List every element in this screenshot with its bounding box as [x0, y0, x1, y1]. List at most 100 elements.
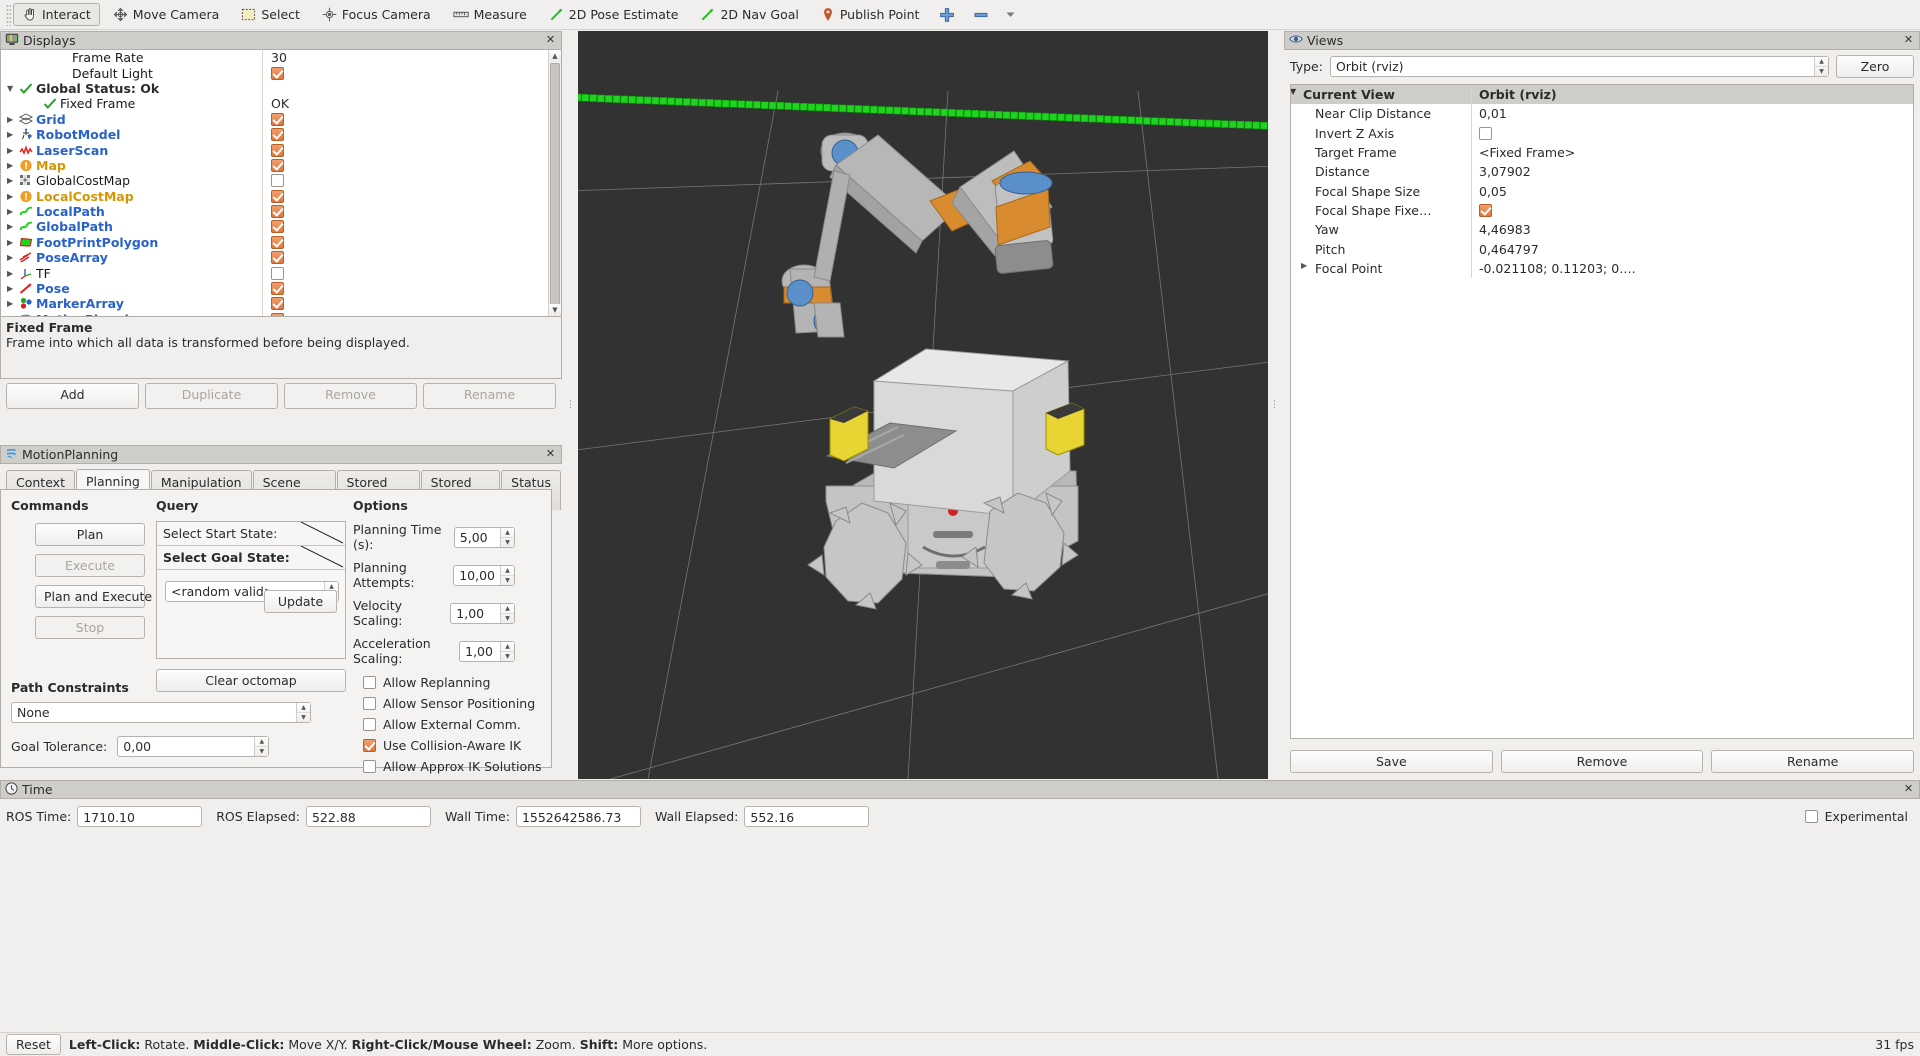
display-value-cell[interactable] [262, 219, 548, 235]
display-row-global-status-ok[interactable]: ▼ Global Status: Ok [1, 80, 548, 97]
display-enable-checkbox[interactable] [271, 143, 284, 157]
view-property-value[interactable]: 4,46983 [1471, 220, 1913, 240]
checkbox-allow-approx-ik-solutions[interactable] [363, 760, 376, 773]
rename-view-button[interactable]: Rename [1711, 750, 1915, 773]
display-value-cell[interactable] [262, 188, 548, 204]
remove-display-button[interactable]: Remove [284, 383, 417, 409]
splitter-left[interactable]: ⋮ [566, 31, 576, 779]
view-property-checkbox[interactable] [1479, 126, 1492, 140]
view-property-pitch[interactable]: Pitch 0,464797 [1291, 239, 1913, 259]
close-icon[interactable]: ✕ [1902, 783, 1915, 796]
display-row-map[interactable]: ▶ Map [1, 157, 548, 174]
option-checkbox-row[interactable]: Allow Sensor Positioning [353, 696, 543, 711]
display-enable-checkbox[interactable] [271, 189, 284, 203]
tool-measure[interactable]: Measure [444, 3, 536, 26]
tool-2d-pose-estimate[interactable]: 2D Pose Estimate [540, 3, 688, 26]
stepper-arrows[interactable]: ▲▼ [500, 527, 514, 547]
add-display-button[interactable]: Add [6, 383, 139, 409]
duplicate-display-button[interactable]: Duplicate [145, 383, 278, 409]
chevron-right-icon[interactable]: ▶ [7, 284, 19, 293]
display-value-cell[interactable] [262, 234, 548, 251]
chevron-right-icon[interactable]: ▶ [7, 146, 19, 155]
chevron-right-icon[interactable]: ▶ [7, 115, 19, 124]
display-enable-checkbox[interactable] [271, 220, 284, 234]
view-property-value[interactable] [1471, 200, 1913, 221]
display-row-localpath[interactable]: ▶ LocalPath [1, 203, 548, 220]
display-value-cell[interactable]: OK [262, 96, 548, 112]
tool-focus-camera[interactable]: Focus Camera [313, 3, 440, 26]
display-row-posearray[interactable]: ▶ PoseArray [1, 250, 548, 266]
view-property-target-frame[interactable]: Target Frame <Fixed Frame> [1291, 142, 1913, 163]
display-value-cell[interactable] [262, 265, 548, 281]
chevron-right-icon[interactable]: ▶ [7, 130, 19, 139]
display-row-robotmodel[interactable]: ▶ RobotModel [1, 126, 548, 143]
tool-move-camera[interactable]: Move Camera [104, 3, 229, 26]
ros-elapsed-field[interactable]: 522.88 [305, 806, 431, 827]
3d-viewport[interactable] [578, 31, 1268, 779]
display-value-cell[interactable] [262, 65, 548, 81]
tool-select[interactable]: Select [232, 3, 309, 26]
chevron-right-icon[interactable]: ▶ [7, 207, 19, 216]
option-spinner[interactable]: 10,00 ▲ ▼ [453, 564, 515, 586]
chevron-right-icon[interactable]: ▶ [7, 161, 19, 170]
view-property-checkbox[interactable] [1479, 203, 1492, 217]
close-icon[interactable]: ✕ [1902, 34, 1915, 47]
display-row-footprintpolygon[interactable]: ▶ FootPrintPolygon [1, 234, 548, 251]
stepper-arrows[interactable]: ▲▼ [254, 737, 269, 756]
display-enable-checkbox[interactable] [271, 112, 284, 126]
option-spinner[interactable]: 1,00 ▲ ▼ [459, 640, 515, 662]
reset-button[interactable]: Reset [6, 1034, 61, 1055]
displays-scrollbar[interactable]: ▲ ▼ [548, 50, 561, 316]
displays-tree[interactable]: Frame Rate 30 Default Light ▼ Global Status:… [0, 50, 562, 317]
view-property-focal-shape-fixe[interactable]: Focal Shape Fixe… [1291, 200, 1913, 221]
display-value-cell[interactable] [262, 296, 548, 312]
chevron-right-icon[interactable]: ▶ [7, 176, 19, 185]
splitter-right[interactable]: ⋮ [1270, 31, 1280, 779]
chevron-right-icon[interactable]: ▶ [7, 253, 19, 262]
view-property-focal-point[interactable]: Focal Point ▶ -0.021108; 0.11203; 0…. [1291, 258, 1913, 278]
view-property-distance[interactable]: Distance 3,07902 [1291, 162, 1913, 182]
scrollbar-thumb[interactable] [550, 63, 560, 316]
checkbox-allow-external-comm[interactable] [363, 718, 376, 731]
checkbox-allow-sensor-positioning[interactable] [363, 697, 376, 710]
chevron-right-icon[interactable]: ▶ [7, 238, 19, 247]
option-checkbox-row[interactable]: Use Collision-Aware IK [353, 738, 543, 753]
path-constraints-combo[interactable]: None ▲ ▼ [11, 702, 311, 723]
remove-view-button[interactable]: Remove [1500, 750, 1704, 773]
display-value-cell[interactable] [262, 203, 548, 220]
toolbar-drag-handle[interactable] [6, 3, 11, 26]
display-row-fixed-frame[interactable]: Fixed Frame OK [1, 96, 548, 112]
display-enable-checkbox[interactable] [271, 282, 284, 296]
tool-publish-point[interactable]: Publish Point [812, 3, 929, 26]
chevron-right-icon[interactable]: ▶ [7, 222, 19, 231]
display-enable-checkbox[interactable] [271, 158, 284, 172]
wall-elapsed-field[interactable]: 552.16 [744, 806, 870, 827]
view-property-value[interactable]: 0,05 [1471, 181, 1913, 201]
remove-tool-button[interactable] [966, 3, 996, 27]
option-checkbox-row[interactable]: Allow Replanning [353, 675, 543, 690]
goal-tolerance-spinner[interactable]: 0,00 ▲ ▼ [117, 736, 270, 757]
chevron-right-icon[interactable]: ▶ [1301, 261, 1307, 270]
display-row-default-light[interactable]: Default Light [1, 65, 548, 81]
experimental-checkbox[interactable] [1804, 810, 1818, 823]
display-row-markerarray[interactable]: ▶ MarkerArray [1, 296, 548, 312]
select-start-state-label[interactable]: Select Start State: [157, 522, 345, 546]
add-tool-button[interactable] [932, 3, 962, 27]
stop-button[interactable]: Stop [35, 616, 145, 639]
tool-2d-nav-goal[interactable]: 2D Nav Goal [691, 3, 807, 26]
display-value-cell[interactable] [262, 173, 548, 189]
display-enable-checkbox[interactable] [271, 66, 284, 80]
option-checkbox-row[interactable]: Allow External Comm. [353, 717, 543, 732]
display-enable-checkbox[interactable] [271, 297, 284, 311]
save-view-button[interactable]: Save [1290, 750, 1493, 773]
view-property-yaw[interactable]: Yaw 4,46983 [1291, 220, 1913, 240]
view-property-invert-z-axis[interactable]: Invert Z Axis [1291, 123, 1913, 143]
chevron-down-icon[interactable]: ▼ [7, 84, 19, 93]
checkbox-use-collision-aware-ik[interactable] [363, 739, 376, 752]
close-icon[interactable]: ✕ [544, 448, 557, 461]
stepper-arrows[interactable]: ▲▼ [1814, 57, 1828, 76]
stepper-arrows[interactable]: ▲▼ [500, 641, 514, 661]
option-spinner[interactable]: 1,00 ▲ ▼ [450, 602, 515, 624]
display-row-motionplanning[interactable]: ▶ MotionPlanning [1, 311, 548, 316]
display-row-grid[interactable]: ▶ Grid [1, 111, 548, 127]
